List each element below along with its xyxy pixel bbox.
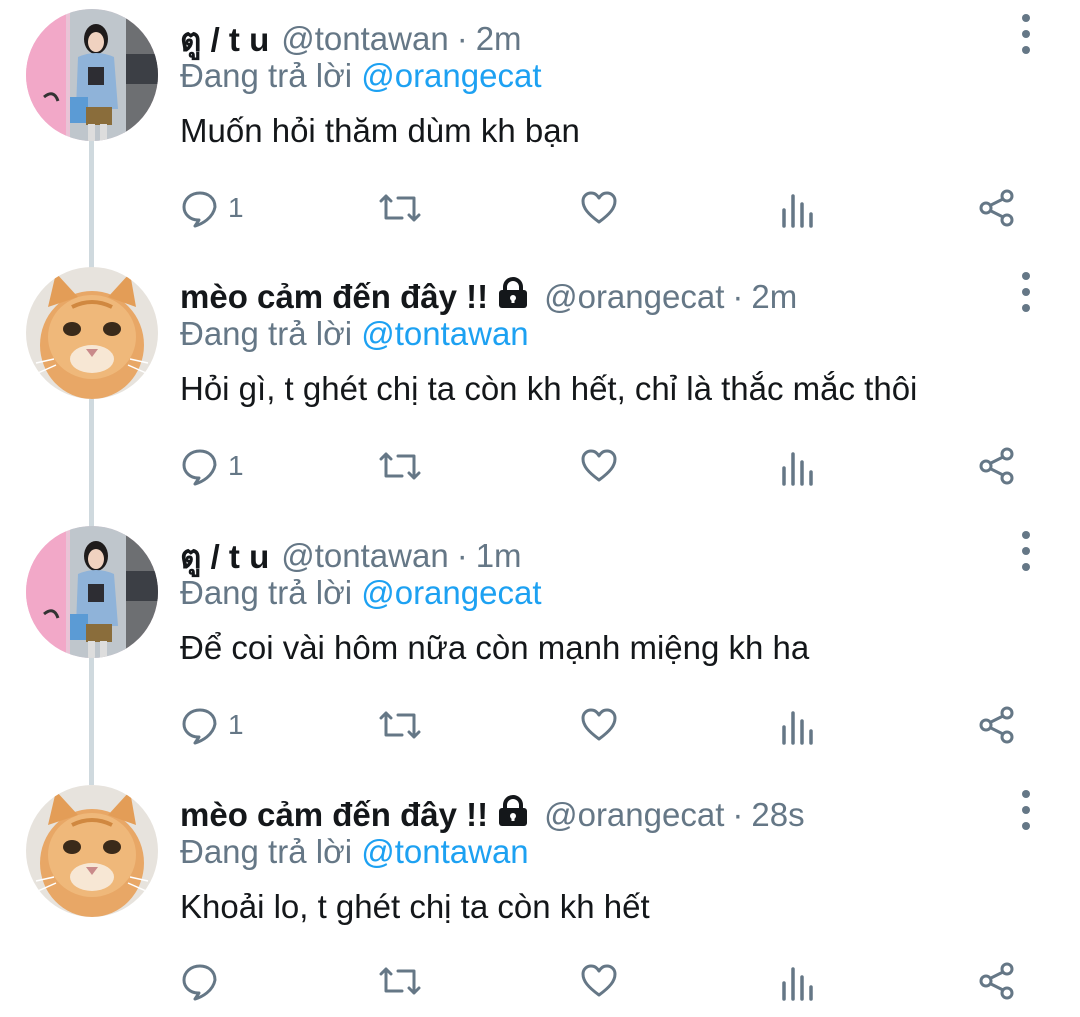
reply-button[interactable]: 1 [180, 186, 244, 230]
replying-to-label: Đang trả lời [180, 833, 353, 870]
replying-to-label: Đang trả lời [180, 57, 353, 94]
timestamp[interactable]: 28s [751, 796, 804, 834]
reply-icon [182, 449, 217, 486]
reply-count: 1 [228, 192, 244, 223]
tweet-actions [0, 959, 1080, 1003]
like-button[interactable] [579, 703, 619, 747]
like-button[interactable] [579, 444, 619, 488]
retweet-button[interactable] [378, 444, 422, 488]
tweet-text: Hỏi gì, t ghét chị ta còn kh hết, chỉ là… [180, 370, 918, 407]
analytics-button[interactable] [780, 703, 816, 747]
heart-icon [581, 964, 617, 997]
retweet-icon [379, 194, 421, 222]
heart-icon [581, 191, 617, 224]
like-button[interactable] [579, 186, 619, 230]
avatar[interactable] [26, 526, 158, 658]
share-icon [979, 447, 1014, 485]
more-vertical-icon[interactable] [1012, 14, 1040, 54]
user-handle[interactable]: @tontawan [281, 537, 448, 575]
avatar-cat-image [26, 785, 158, 917]
analytics-icon [782, 452, 813, 486]
retweet-button[interactable] [378, 959, 422, 1003]
replying-to: Đang trả lời @tontawan [180, 833, 529, 877]
replying-to-label: Đang trả lời [180, 315, 353, 352]
reply-button[interactable]: 1 [180, 703, 244, 747]
share-button[interactable] [977, 959, 1017, 1003]
analytics-button[interactable] [780, 444, 816, 488]
retweet-button[interactable] [378, 703, 422, 747]
reply-icon [182, 964, 217, 1001]
tweet[interactable]: mèo cảm đến đây !! @orangecat · 2m Đang … [0, 258, 1080, 508]
avatar[interactable] [26, 785, 158, 917]
tweet-text: Khoải lo, t ghét chị ta còn kh hết [180, 888, 650, 925]
separator-dot: · [732, 278, 744, 315]
retweet-button[interactable] [378, 186, 422, 230]
tweet-actions: 1 [0, 444, 1080, 488]
share-button[interactable] [977, 444, 1017, 488]
share-button[interactable] [977, 703, 1017, 747]
lock-icon [496, 277, 530, 317]
share-icon [979, 189, 1014, 227]
like-button[interactable] [579, 959, 619, 1003]
replying-to-mention[interactable]: @orangecat [361, 574, 541, 611]
replying-to-mention[interactable]: @tontawan [361, 315, 528, 352]
more-vertical-icon[interactable] [1012, 790, 1040, 830]
user-handle[interactable]: @tontawan [281, 20, 448, 58]
separator-dot: · [456, 537, 468, 574]
lock-icon [496, 795, 530, 835]
tweet[interactable]: ตู / t u @tontawan · 1m Đang trả lời @or… [0, 517, 1080, 767]
replying-to: Đang trả lời @tontawan [180, 315, 529, 359]
tweet-thread: ตู / t u @tontawan · 2m Đang trả lời @or… [0, 0, 1080, 1017]
tweet[interactable]: ตู / t u @tontawan · 2m Đang trả lời @or… [0, 0, 1080, 250]
share-icon [979, 962, 1014, 1000]
retweet-icon [379, 452, 421, 480]
avatar-girl-image [26, 526, 158, 658]
reply-button[interactable]: 1 [180, 444, 244, 488]
more-vertical-icon[interactable] [1012, 272, 1040, 312]
replying-to-mention[interactable]: @orangecat [361, 57, 541, 94]
share-button[interactable] [977, 186, 1017, 230]
user-handle[interactable]: @orangecat [544, 796, 724, 834]
timestamp[interactable]: 2m [476, 20, 522, 58]
retweet-icon [379, 711, 421, 739]
tweet[interactable]: mèo cảm đến đây !! @orangecat · 28s Đang… [0, 776, 1080, 1017]
tweet-actions: 1 [0, 186, 1080, 230]
replying-to-label: Đang trả lời [180, 574, 353, 611]
reply-count: 1 [228, 450, 244, 481]
heart-icon [581, 708, 617, 741]
avatar[interactable] [26, 267, 158, 399]
separator-dot: · [456, 20, 468, 57]
reply-count: 1 [228, 709, 244, 740]
share-icon [979, 706, 1014, 744]
analytics-icon [782, 711, 813, 745]
analytics-icon [782, 194, 813, 228]
reply-icon [182, 191, 217, 228]
reply-button[interactable] [180, 959, 228, 1003]
analytics-button[interactable] [780, 959, 816, 1003]
separator-dot: · [732, 796, 744, 833]
avatar-girl-image [26, 9, 158, 141]
retweet-icon [379, 967, 421, 995]
more-vertical-icon[interactable] [1012, 531, 1040, 571]
replying-to-mention[interactable]: @tontawan [361, 833, 528, 870]
tweet-text: Muốn hỏi thăm dùm kh bạn [180, 112, 580, 149]
analytics-button[interactable] [780, 186, 816, 230]
tweet-text: Để coi vài hôm nữa còn mạnh miệng kh ha [180, 629, 810, 666]
timestamp[interactable]: 2m [751, 278, 797, 316]
display-name[interactable]: mèo cảm đến đây !! [180, 796, 488, 834]
avatar-cat-image [26, 267, 158, 399]
replying-to: Đang trả lời @orangecat [180, 57, 542, 101]
tweet-actions: 1 [0, 703, 1080, 747]
reply-icon [182, 708, 217, 745]
avatar[interactable] [26, 9, 158, 141]
user-handle[interactable]: @orangecat [544, 278, 724, 316]
timestamp[interactable]: 1m [476, 537, 522, 575]
display-name[interactable]: mèo cảm đến đây !! [180, 278, 488, 316]
replying-to: Đang trả lời @orangecat [180, 574, 542, 618]
analytics-icon [782, 967, 813, 1001]
heart-icon [581, 449, 617, 482]
